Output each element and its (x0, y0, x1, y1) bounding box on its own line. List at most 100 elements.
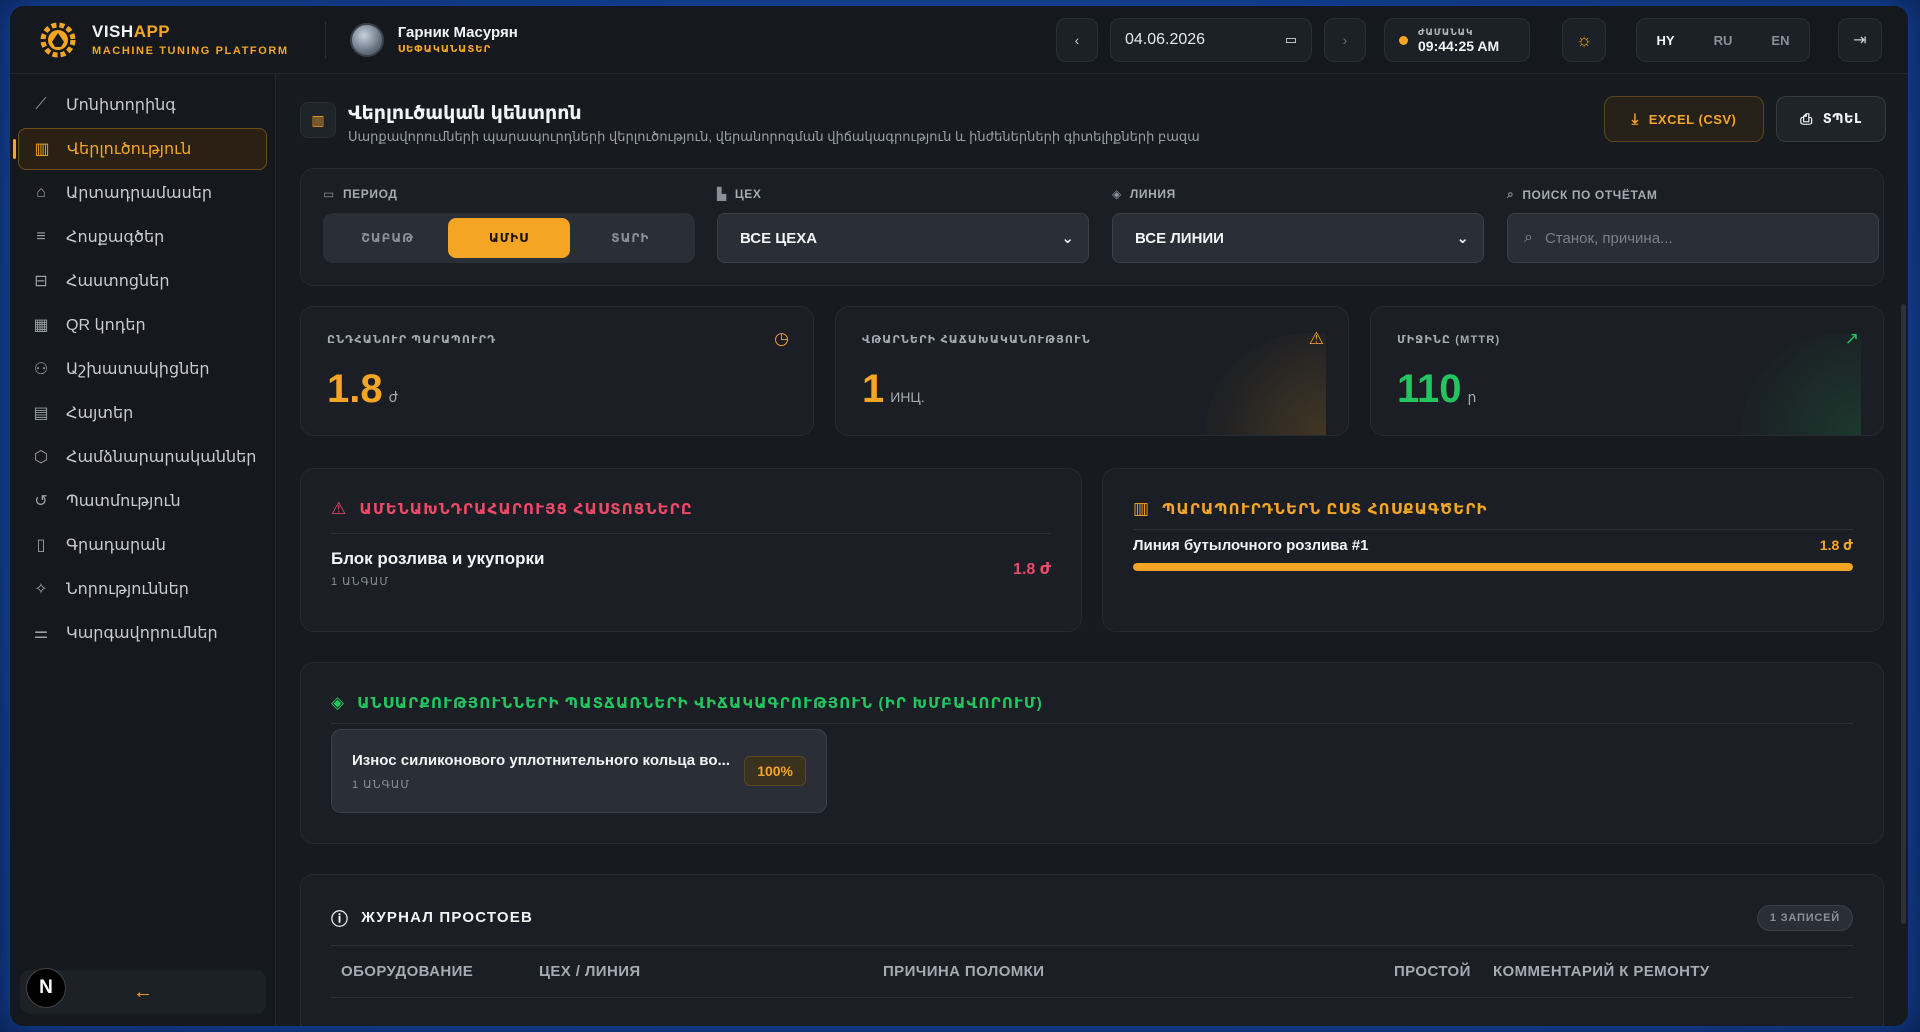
chevron-down-icon: ⌄ (1061, 230, 1074, 247)
cube-icon: ⬡ (34, 449, 48, 466)
chart-line-icon: ⟋ (35, 96, 47, 113)
cause-card[interactable]: Износ силиконового уплотнительного кольц… (331, 729, 827, 813)
clock-time: 09:44:25 AM (1418, 37, 1500, 54)
machine-icon: ⊟ (34, 273, 48, 290)
clock-widget: ԺԱՄԱՆԱԿ 09:44:25 AM (1384, 18, 1530, 62)
divider (331, 945, 1853, 946)
prev-date-button[interactable]: ‹ (1056, 18, 1098, 62)
calendar-icon: ▭ (323, 187, 335, 201)
period-option-year[interactable]: ՏԱՐԻ (570, 218, 691, 258)
arrow-left-icon: ← (133, 980, 153, 1003)
logout-button[interactable]: ⇥ (1838, 18, 1882, 62)
period-option-month[interactable]: ԱՄԻՍ (448, 218, 570, 258)
brand-logo[interactable]: VISHAPP MACHINE TUNING PLATFORM (36, 18, 289, 62)
printer-icon: ⎙ (1800, 110, 1813, 128)
column-header-equipment[interactable]: ОБОРУДОВАНИЕ (341, 963, 473, 980)
sidebar-item-analytics[interactable]: ▥ Վերլուծություն (13, 128, 267, 170)
sidebar-nav: ⟋ Մոնիտորինգ ▥ Վերլուծություն ⌂ Արտադրամ… (10, 74, 275, 654)
sidebar-item-label: Նորություններ (66, 581, 189, 598)
shop-select-value: ВСЕ ЦЕХА (740, 229, 818, 247)
search-icon: ⌕ (1507, 187, 1515, 201)
sidebar-item-requests[interactable]: ▤ Հայտեր (18, 392, 267, 434)
users-icon: ⚇ (33, 361, 49, 378)
file-icon: ▤ (33, 405, 49, 422)
warning-icon: ⚠ (1308, 329, 1324, 348)
sidebar-item-label: Կարգավորումներ (66, 625, 218, 642)
date-picker[interactable]: 04.06.2026 ▭ (1110, 18, 1312, 62)
book-icon: ▯ (36, 537, 46, 554)
user-profile[interactable]: Гарник Масурян ՍԵՓԱԿԱՆԱՏԵՐ (349, 22, 518, 57)
layers-icon: ◈ (1112, 187, 1122, 201)
divider (331, 533, 1051, 534)
equipment-name[interactable]: Блок розлива и укупорки (331, 549, 544, 569)
chevron-down-icon: ⌄ (1456, 230, 1469, 247)
column-header-comment[interactable]: КОММЕНТАРИЙ К РЕМОНТУ (1493, 963, 1710, 980)
info-icon: ⓘ (331, 910, 350, 929)
logout-icon: ⇥ (1853, 32, 1867, 49)
print-button[interactable]: ⎙ ՏՊԵԼ (1776, 96, 1886, 142)
factory-icon: ▙ (717, 187, 727, 201)
page-header: ▥ Վերլուծական կենտրոն Սարքավորումների պա… (300, 102, 1200, 145)
cause-percent-badge: 100% (744, 756, 806, 786)
search-icon: ⌕ (1524, 229, 1533, 246)
line-progress-fill (1133, 563, 1853, 571)
line-progress-track (1133, 563, 1853, 571)
kpi-glow-decoration (1741, 333, 1861, 435)
sliders-icon: ⚌ (33, 625, 49, 642)
kpi-value: 1 ИНЦ. (862, 367, 925, 411)
language-switcher: HY RU EN (1636, 18, 1810, 62)
line-name: Линия бутылочного розлива #1 (1133, 537, 1369, 554)
column-header-cause[interactable]: ПРИЧИНА ПОЛОМКИ (883, 963, 1044, 980)
sidebar-item-qr[interactable]: ▦ QR կոդեր (18, 304, 267, 346)
sidebar-item-label: Աշխատակիցներ (66, 361, 210, 378)
filters-panel: ▭ ПЕРИОД ՇԱԲԱԹ ԱՄԻՍ ՏԱՐԻ ▙ ЦЕХ ВСЕ ЦЕХА ⌄ … (300, 168, 1884, 286)
top-header: VISHAPP MACHINE TUNING PLATFORM Гарник М… (10, 6, 1908, 74)
sidebar-item-lines[interactable]: ≡ Հոսքագծեր (18, 216, 267, 258)
page-subtitle: Սարքավորումների պարապուրդների վերլուծութ… (348, 129, 1200, 144)
panel-title: ⓘ ЖУРНАЛ ПРОСТОЕВ (331, 905, 533, 930)
n-badge[interactable]: N (26, 968, 66, 1008)
panel-title: ⚠ ԱՄԵՆԱԽՆԴՐԱՀԱՐՈՒՅՑ ՀԱՍՏՈՑՆԵՐԸ (331, 499, 693, 518)
line-select[interactable]: ВСЕ ЛИНИИ ⌄ (1112, 213, 1484, 263)
column-header-shop-line[interactable]: ЦЕХ / ЛИНИЯ (539, 963, 641, 980)
sidebar-item-news[interactable]: ✧ Նորություններ (18, 568, 267, 610)
theme-toggle-button[interactable]: ☼ (1562, 18, 1606, 62)
calendar-icon[interactable]: ▭ (1285, 32, 1297, 48)
bar-chart-icon: ▥ (1133, 499, 1151, 518)
shop-select[interactable]: ВСЕ ЦЕХА ⌄ (717, 213, 1089, 263)
sidebar-item-monitoring[interactable]: ⟋ Մոնիտորինգ (18, 84, 267, 126)
period-option-week[interactable]: ՇԱԲԱԹ (327, 218, 448, 258)
lang-hy[interactable]: HY (1657, 33, 1675, 48)
sidebar-item-settings[interactable]: ⚌ Կարգավորումներ (18, 612, 267, 654)
user-name: Гарник Масурян (397, 24, 518, 41)
kpi-mttr: ՄԻՋԻՆԸ (MTTR) ↗ 110 ր (1370, 306, 1884, 436)
sidebar-item-label: QR կոդեր (66, 317, 146, 334)
building-icon: ⌂ (36, 184, 46, 201)
column-header-downtime[interactable]: ПРОСТОЙ (1394, 963, 1471, 980)
next-date-button[interactable]: › (1324, 18, 1366, 62)
shop-label: ▙ ЦЕХ (717, 187, 762, 201)
export-excel-button[interactable]: ⤓ EXCEL (CSV) (1604, 96, 1764, 142)
sidebar-item-machines[interactable]: ⊟ Հաստոցներ (18, 260, 267, 302)
brand-subtitle: MACHINE TUNING PLATFORM (92, 45, 289, 57)
panel-title: ◈ ԱՆՍԱՐՔՈՒԹՅՈՒՆՆԵՐԻ ՊԱՏՃԱՌՆԵՐԻ ՎԻՃԱԿԱԳՐՈՒ… (331, 693, 1043, 712)
lang-ru[interactable]: RU (1714, 33, 1733, 48)
sidebar-item-library[interactable]: ▯ Գրադարան (18, 524, 267, 566)
history-icon: ↺ (34, 493, 48, 510)
search-label: ⌕ ПОИСК ПО ОТЧЁТАМ (1507, 187, 1658, 202)
scrollbar[interactable] (1901, 304, 1906, 924)
search-input[interactable] (1544, 229, 1845, 247)
sidebar-item-workshops[interactable]: ⌂ Արտադրամասեր (18, 172, 267, 214)
chevron-left-icon: ‹ (1074, 32, 1080, 48)
sidebar-item-history[interactable]: ↺ Պատմություն (18, 480, 267, 522)
sidebar-item-employees[interactable]: ⚇ Աշխատակիցներ (18, 348, 267, 390)
lang-en[interactable]: EN (1771, 33, 1789, 48)
kpi-failure-frequency: ՎԹԱՐՆԵՐԻ ՀԱՃԱԽԱԿԱՆՈՒԹՅՈՒՆ ⚠ 1 ИНЦ. (835, 306, 1349, 436)
clock-icon: ◷ (774, 329, 789, 348)
kpi-label: ՎԹԱՐՆԵՐԻ ՀԱՃԱԽԱԿԱՆՈՒԹՅՈՒՆ (862, 334, 1091, 346)
sidebar-item-assignments[interactable]: ⬡ Համձնարարականներ (18, 436, 267, 478)
kpi-label: ԸՆԴՀԱՆՈՒՐ ՊԱՐԱՊՈՒՐԴ (327, 334, 497, 346)
clock-label: ԺԱՄԱՆԱԿ (1418, 26, 1474, 37)
download-icon: ⤓ (1631, 110, 1639, 128)
avatar[interactable] (349, 22, 384, 57)
